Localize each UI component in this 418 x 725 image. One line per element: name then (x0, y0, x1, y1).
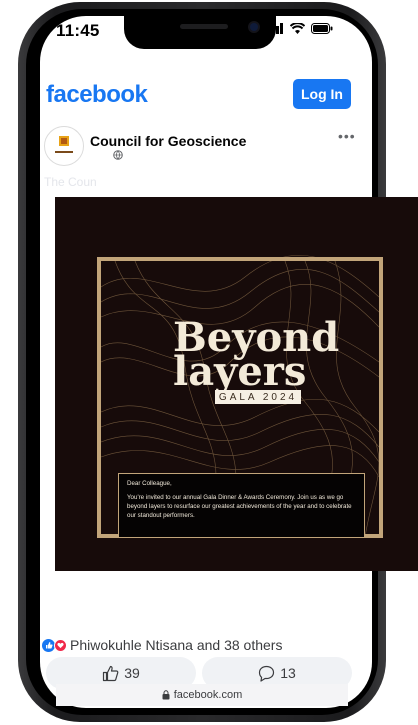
invitation-greeting: Dear Colleague, (127, 480, 172, 487)
comment-icon (259, 665, 275, 682)
council-logo-icon (55, 136, 73, 153)
post-caption-faded: The Coun (44, 175, 97, 189)
post-image[interactable]: Beyond layers GALA 2024 Dear Colleague, … (55, 197, 418, 571)
speaker (180, 24, 228, 29)
reactions-text: Phiwokuhle Ntisana and 38 others (70, 637, 283, 653)
front-camera (250, 23, 258, 31)
url-text: facebook.com (173, 689, 243, 701)
globe-icon (113, 150, 123, 160)
wifi-icon (290, 23, 305, 34)
browser-url-bar[interactable]: facebook.com (56, 684, 348, 706)
gala-label: GALA 2024 (215, 390, 301, 404)
signal-icon (268, 23, 283, 34)
facebook-logo[interactable]: facebook (46, 81, 148, 109)
status-time: 11:45 (56, 21, 100, 40)
battery-icon (311, 23, 333, 34)
more-icon[interactable]: ••• (338, 128, 356, 144)
page-avatar[interactable] (44, 126, 84, 166)
notch (124, 16, 276, 49)
invitation-body: You're invited to our annual Gala Dinner… (127, 494, 352, 519)
login-button[interactable]: Log In (293, 79, 351, 109)
lock-icon (162, 690, 170, 700)
thumbs-up-icon (103, 665, 119, 681)
love-reaction-icon (54, 638, 67, 652)
invitation-text-box: Dear Colleague, You're invited to our an… (118, 473, 365, 538)
comment-count: 13 (280, 665, 296, 681)
page-name[interactable]: Council for Geoscience (90, 133, 246, 149)
status-icons (268, 23, 333, 34)
like-count: 39 (124, 665, 140, 681)
poster-headline: Beyond layers (173, 318, 339, 392)
reactions-summary[interactable]: Phiwokuhle Ntisana and 38 others (42, 637, 282, 653)
